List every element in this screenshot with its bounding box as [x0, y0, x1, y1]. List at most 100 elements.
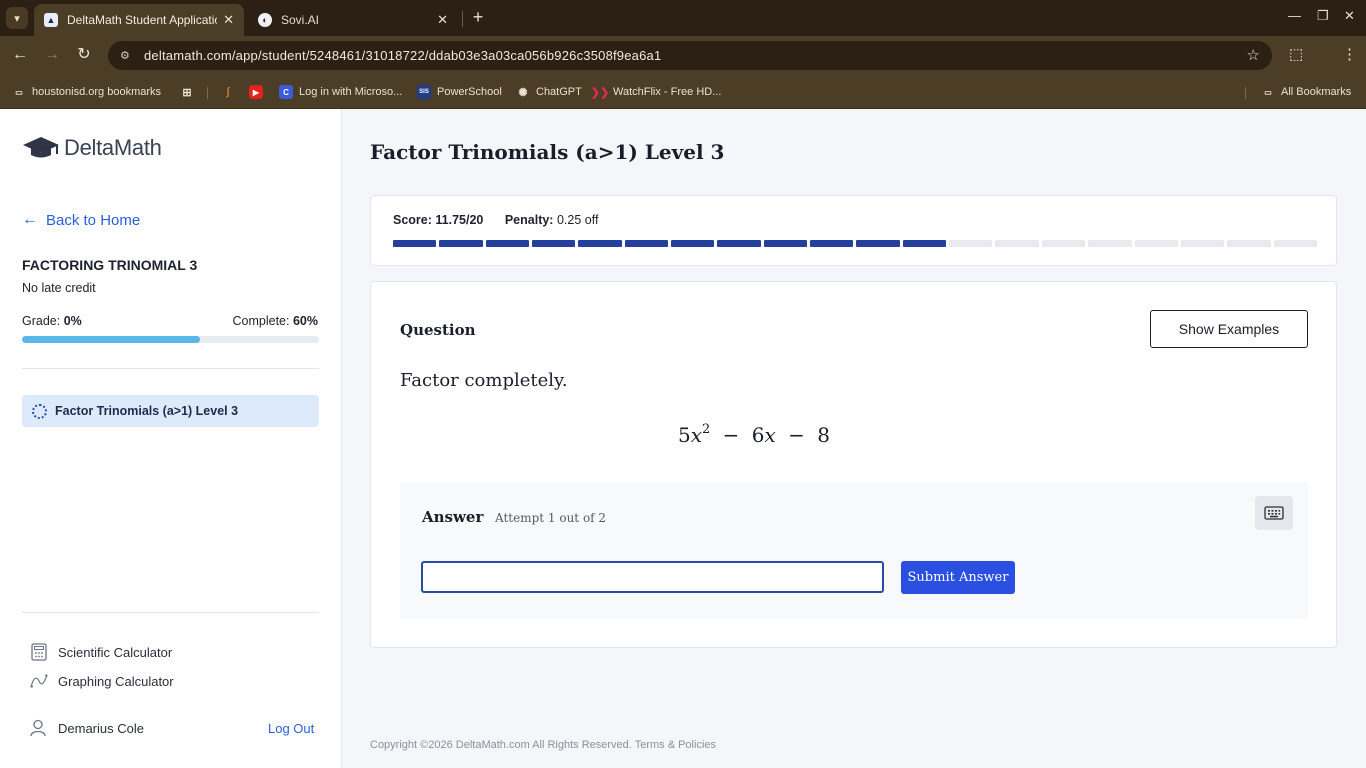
score-segment — [1041, 240, 1086, 247]
close-tab-icon[interactable]: ✕ — [437, 12, 448, 28]
answer-panel: Answer Attempt 1 out of 2 Submit Answer — [400, 482, 1308, 619]
minimize-icon[interactable]: — — [1288, 8, 1301, 23]
bookmark-star-icon[interactable]: ☆ — [1247, 46, 1260, 64]
logout-link[interactable]: Log Out — [268, 721, 314, 736]
back-to-home-link[interactable]: ← Back to Home — [22, 211, 140, 229]
bookmark-watchflix[interactable]: ❯❯ WatchFlix - Free HD... — [591, 83, 722, 101]
bookmark-label: ChatGPT — [536, 86, 582, 98]
browser-tab-bar: ▾ ▲ DeltaMath Student Application ✕ ◐ So… — [0, 0, 1366, 36]
score-card: Score: 11.75/20 Penalty: 0.25 off — [370, 195, 1337, 266]
score-segment — [1180, 240, 1225, 247]
back-to-home-label: Back to Home — [46, 211, 141, 229]
sidebar: DeltaMath ← Back to Home FACTORING TRINO… — [0, 109, 342, 768]
question-heading: Question — [400, 321, 476, 339]
sis-icon: SIS — [417, 85, 431, 99]
question-prompt: Factor completely. — [400, 370, 568, 391]
youtube-icon: ▶ — [249, 85, 263, 99]
keyboard-toggle-button[interactable] — [1255, 496, 1293, 530]
bookmark-label: Log in with Microso... — [299, 86, 403, 98]
close-tab-icon[interactable]: ✕ — [223, 12, 234, 28]
folder-icon: ▭ — [1264, 87, 1272, 97]
score-segment — [439, 240, 483, 247]
attempt-counter: Attempt 1 out of 2 — [495, 511, 607, 525]
math-expression: 5x2 − 6x − 8 — [678, 422, 830, 447]
tab-deltamath[interactable]: ▲ DeltaMath Student Application ✕ — [34, 4, 244, 36]
score-value: 11.75/20 — [435, 213, 484, 227]
task-item-factor-trinomials[interactable]: Factor Trinomials (a>1) Level 3 — [22, 395, 319, 427]
bookmark-powerschool[interactable]: SIS PowerSchool — [417, 83, 502, 101]
completion-progress-bar — [22, 336, 319, 343]
score-segment — [532, 240, 576, 247]
new-tab-icon[interactable]: + — [468, 7, 488, 27]
grade-text: Grade: 0% — [22, 314, 82, 328]
math-variable: x — [690, 423, 703, 447]
grade-value: 0% — [63, 314, 82, 328]
window-close-icon[interactable]: ✕ — [1344, 8, 1355, 24]
footer: Copyright ©2026 DeltaMath.com All Rights… — [370, 739, 716, 751]
page-title: Factor Trinomials (a>1) Level 3 — [370, 140, 725, 164]
tab-title: DeltaMath Student Application — [67, 13, 218, 27]
back-arrow-icon[interactable]: ← — [10, 45, 30, 65]
math-operator: − — [788, 423, 805, 447]
answer-label: Answer — [422, 508, 484, 526]
graphing-calculator-link[interactable]: Graphing Calculator — [30, 672, 174, 690]
flame-icon: ʃ — [226, 86, 230, 98]
deltamath-logo[interactable]: DeltaMath — [22, 135, 162, 161]
bookmark-label: PowerSchool — [437, 86, 502, 98]
score-label: Score: — [393, 213, 432, 227]
bookmark-label: houstonisd.org bookmarks — [32, 86, 162, 98]
answer-input[interactable] — [421, 561, 884, 593]
address-bar[interactable]: ⚙ deltamath.com/app/student/5248461/3101… — [108, 41, 1272, 70]
score-progress-segments — [393, 240, 1317, 247]
show-examples-button[interactable]: Show Examples — [1150, 310, 1308, 348]
penalty-label: Penalty: — [504, 213, 554, 227]
complete-text: Complete: 60% — [233, 314, 319, 328]
late-credit-text: No late credit — [22, 281, 96, 295]
logo-text: DeltaMath — [64, 135, 162, 160]
tool-label: Scientific Calculator — [58, 644, 173, 660]
all-bookmarks[interactable]: ▭ All Bookmarks — [1261, 83, 1351, 101]
user-profile: Demarius Cole — [30, 719, 144, 737]
divider — [22, 612, 319, 613]
site-info-icon[interactable]: ⚙ — [120, 49, 134, 63]
question-card: Question Show Examples Factor completely… — [370, 281, 1337, 648]
complete-label: Complete: — [232, 314, 290, 328]
tab-title: Sovi.AI — [281, 13, 320, 27]
bookmark-houstonisd[interactable]: ▭ houstonisd.org bookmarks — [12, 83, 161, 101]
submit-answer-button[interactable]: Submit Answer — [901, 561, 1015, 594]
bookmark-apps[interactable]: ⊞ — [180, 83, 200, 101]
reload-icon[interactable]: ↻ — [74, 45, 94, 65]
bookmarks-bar: ▭ houstonisd.org bookmarks ⊞ ʃ ▶ C Log i… — [0, 74, 1366, 109]
menu-kebab-icon[interactable]: ⋮ — [1342, 45, 1357, 63]
score-segment — [1134, 240, 1178, 247]
chatgpt-icon: ✺ — [518, 86, 528, 99]
score-segment — [856, 240, 900, 247]
score-segment — [1227, 240, 1271, 247]
score-segment — [763, 240, 808, 247]
math-coefficient: 5 — [678, 423, 691, 447]
calculator-icon — [30, 643, 48, 661]
bookmark-flame[interactable]: ʃ — [221, 83, 241, 101]
forward-arrow-icon[interactable]: → — [42, 45, 62, 65]
bookmark-label: WatchFlix - Free HD... — [613, 86, 722, 98]
tab-search-chevron-icon[interactable]: ▾ — [6, 7, 28, 29]
arrow-left-icon: ← — [22, 211, 38, 228]
scientific-calculator-link[interactable]: Scientific Calculator — [30, 643, 172, 661]
math-variable: x — [764, 423, 776, 447]
score-segment — [717, 240, 761, 247]
tab-separator — [462, 11, 463, 27]
bookmark-microsoft[interactable]: C Log in with Microso... — [279, 83, 402, 101]
tab-sovi[interactable]: ◐ Sovi.AI ✕ — [248, 4, 458, 36]
graduation-cap-icon: ▲ — [44, 13, 58, 27]
extensions-icon[interactable]: ⬚ — [1289, 45, 1303, 63]
score-segment — [624, 240, 669, 247]
score-segment — [810, 240, 854, 247]
task-label: Factor Trinomials (a>1) Level 3 — [55, 404, 239, 418]
bookmark-youtube[interactable]: ▶ — [249, 83, 269, 101]
terms-link[interactable]: Terms & Policies — [635, 739, 716, 751]
user-icon — [30, 719, 48, 737]
restore-icon[interactable]: ❐ — [1317, 8, 1329, 24]
c-logo-icon: C — [279, 85, 293, 99]
bookmark-chatgpt[interactable]: ✺ ChatGPT — [516, 83, 582, 101]
math-coefficient: 6 — [751, 423, 765, 447]
